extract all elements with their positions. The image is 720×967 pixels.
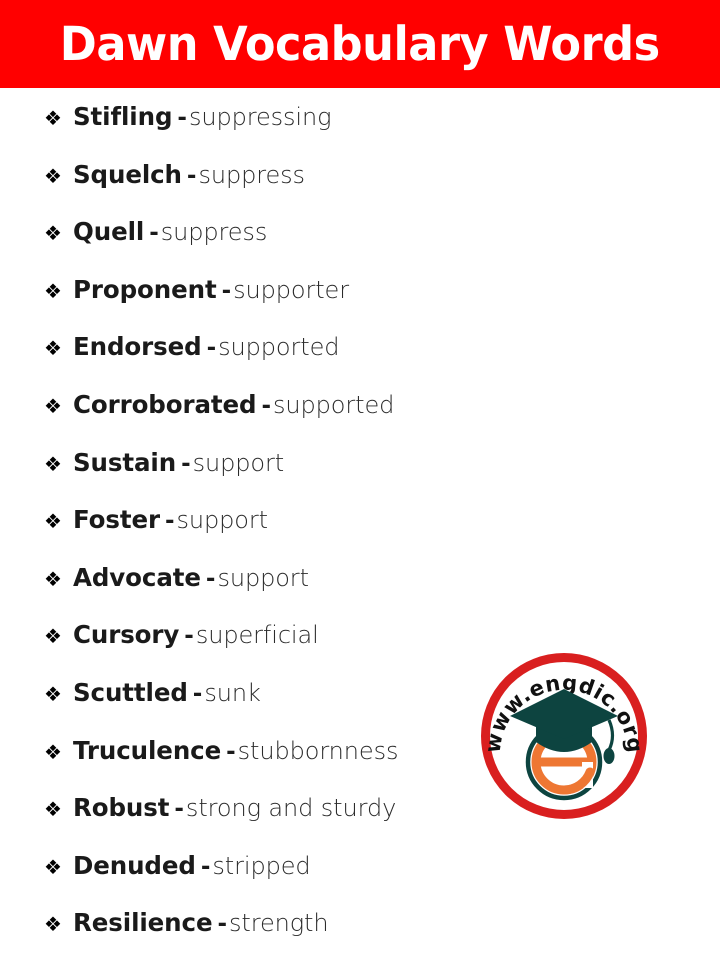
vocabulary-definition: support: [176, 506, 269, 535]
list-item: ❖ Stifling - suppressing: [44, 103, 684, 161]
diamond-bullet-icon: ❖: [44, 278, 62, 303]
vocabulary-term: Stifling: [73, 102, 173, 131]
vocabulary-term: Sustain: [73, 447, 177, 477]
list-item: ❖ Advocate - support: [44, 562, 684, 622]
vocabulary-term: Endorsed: [73, 332, 202, 362]
vocabulary-definition: stubbornness: [237, 736, 399, 765]
term-definition-separator: -: [217, 911, 228, 938]
list-item: ❖ Sustain - support: [44, 447, 684, 507]
diamond-bullet-icon: ❖: [44, 624, 62, 649]
term-definition-separator: -: [205, 565, 216, 592]
term-definition-separator: -: [174, 796, 184, 823]
vocabulary-definition: supported: [273, 390, 395, 419]
diamond-bullet-icon: ❖: [44, 566, 62, 591]
vocabulary-definition: support: [192, 448, 285, 477]
list-item: ❖ Denuded - stripped: [44, 850, 684, 910]
vocabulary-term: Squelch: [73, 159, 182, 189]
vocabulary-term: Corroborated: [73, 389, 257, 419]
header-banner: Dawn Vocabulary Words: [0, 0, 720, 88]
term-definition-separator: -: [164, 508, 175, 535]
vocabulary-definition: stripped: [212, 851, 311, 880]
vocabulary-term: Scuttled: [73, 677, 188, 707]
term-definition-separator: -: [226, 738, 236, 765]
diamond-bullet-icon: ❖: [44, 739, 62, 764]
vocabulary-term: Robust: [73, 793, 170, 823]
term-definition-separator: -: [206, 335, 217, 362]
vocabulary-term: Denuded: [73, 850, 196, 880]
vocabulary-term: Proponent: [73, 274, 217, 304]
vocabulary-definition: suppress: [160, 218, 268, 247]
diamond-bullet-icon: ❖: [44, 854, 62, 879]
term-definition-separator: -: [177, 105, 187, 131]
diamond-bullet-icon: ❖: [44, 106, 62, 130]
vocabulary-word-list: ❖ Stifling - suppressing ❖ Squelch - suppress ❖ Q…: [44, 103, 684, 967]
vocabulary-term: Advocate: [73, 562, 201, 592]
page-title: Dawn Vocabulary Words: [60, 16, 660, 72]
diamond-bullet-icon: ❖: [44, 912, 62, 937]
vocabulary-definition: sunk: [204, 678, 261, 707]
term-definition-separator: -: [221, 277, 232, 304]
diamond-bullet-icon: ❖: [44, 393, 62, 418]
vocabulary-term: Foster: [73, 505, 160, 535]
diamond-bullet-icon: ❖: [44, 451, 62, 476]
list-item: ❖ Proponent - supporter: [44, 274, 684, 334]
term-definition-separator: -: [181, 450, 191, 477]
term-definition-separator: -: [184, 623, 194, 650]
vocabulary-definition: suppress: [198, 160, 305, 189]
diamond-bullet-icon: ❖: [44, 509, 62, 534]
vocabulary-term: Truculence: [73, 735, 222, 765]
term-definition-separator: -: [186, 162, 197, 189]
diamond-bullet-icon: ❖: [44, 221, 62, 246]
vocabulary-definition: strength: [229, 909, 329, 938]
vocabulary-definition: supported: [218, 333, 340, 362]
vocabulary-definition: strong and sturdy: [185, 794, 397, 823]
term-definition-separator: -: [149, 220, 159, 247]
list-item: ❖ Foster - support: [44, 506, 684, 564]
vocabulary-definition: support: [217, 563, 309, 592]
engdic-logo[interactable]: www.engdic.org: [478, 650, 650, 822]
vocabulary-term: Quell: [73, 217, 145, 247]
diamond-bullet-icon: ❖: [44, 336, 62, 361]
vocabulary-definition: superficial: [195, 621, 319, 650]
vocabulary-term: Resilience: [73, 908, 213, 938]
vocabulary-definition: suppressing: [188, 103, 332, 131]
diamond-bullet-icon: ❖: [44, 797, 62, 822]
list-item: ❖ Quell - suppress: [44, 218, 684, 276]
term-definition-separator: -: [261, 392, 272, 419]
diamond-bullet-icon: ❖: [44, 681, 62, 706]
list-item: ❖ Squelch - suppress: [44, 159, 684, 219]
diamond-bullet-icon: ❖: [44, 163, 62, 188]
term-definition-separator: -: [192, 680, 203, 707]
list-item: ❖ Resilience - strength: [44, 909, 684, 967]
list-item: ❖ Corroborated - supported: [44, 389, 684, 449]
list-item: ❖ Endorsed - supported: [44, 333, 684, 391]
vocabulary-definition: supporter: [233, 275, 349, 304]
vocabulary-term: Cursory: [73, 620, 180, 650]
term-definition-separator: -: [200, 853, 211, 880]
